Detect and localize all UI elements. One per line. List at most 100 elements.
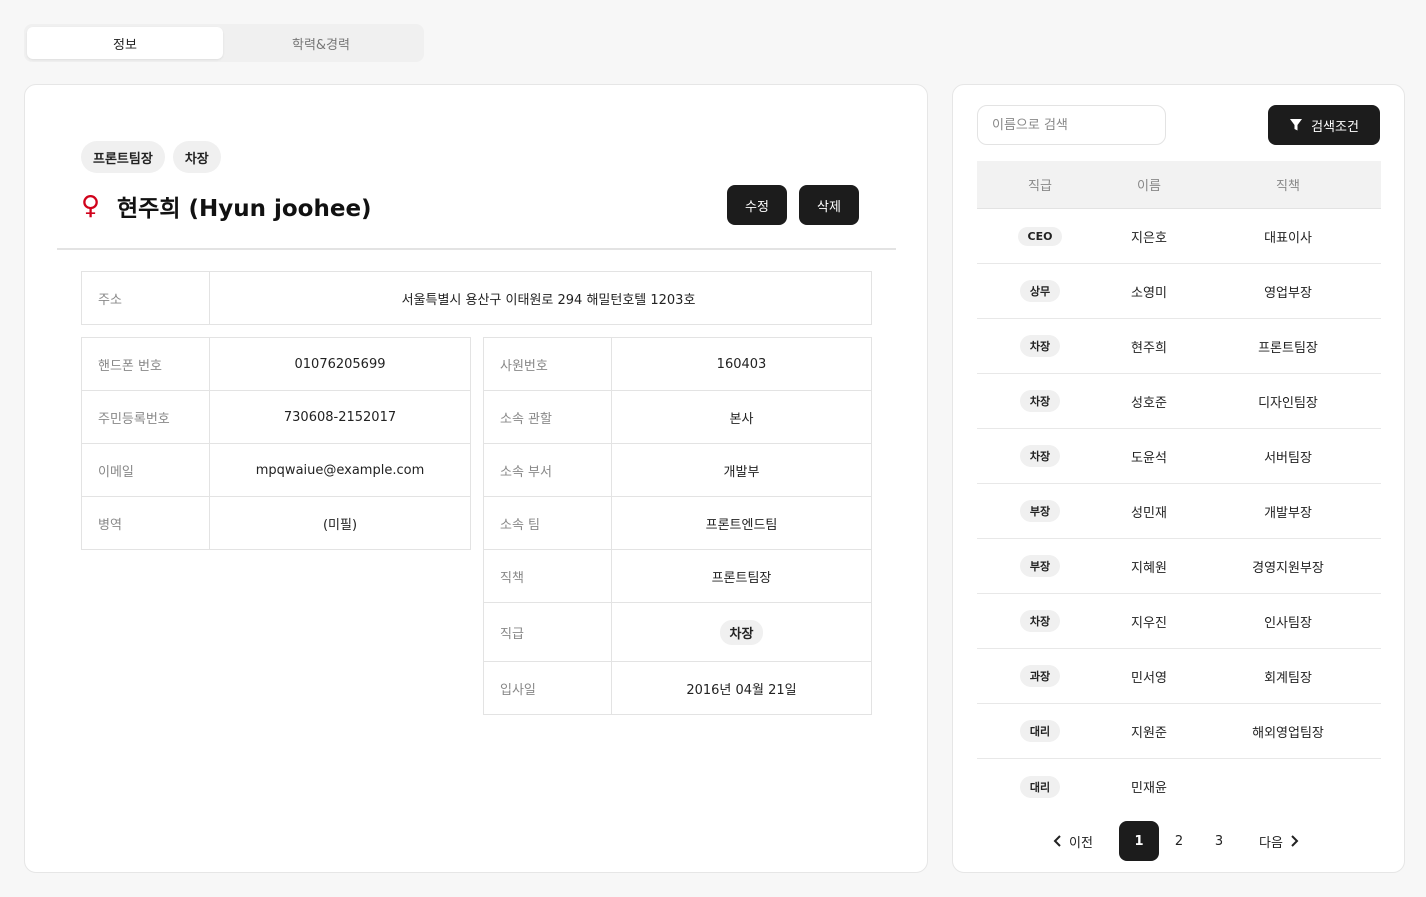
rank-cell: 대리: [977, 720, 1103, 742]
employment-info-table: 사원번호 160403 소속 관할 본사 소속 부서 개발부 소속 팀 프론트엔드팀 직…: [483, 337, 872, 715]
page-1-button[interactable]: 1: [1119, 821, 1159, 861]
position-cell: 경영지원부장: [1252, 560, 1324, 576]
info-row: 사원번호 160403: [483, 337, 872, 391]
personal-info-table: 핸드폰 번호 01076205699 주민등록번호 730608-2152017 이…: [81, 337, 471, 550]
next-page-label: 다음: [1259, 835, 1283, 851]
phone-value: 01076205699: [209, 337, 471, 391]
list-item[interactable]: 차장 도윤석 서버팀장: [977, 429, 1381, 484]
employee-list-card: 검색조건 직급 이름 직책 CEO 지은호 대표이사 상무 소영미 영업부장 차장 현주희…: [952, 84, 1405, 873]
list-item[interactable]: 과장 민서영 회계팀장: [977, 649, 1381, 704]
chevron-right-icon: [1291, 835, 1299, 847]
filter-button[interactable]: 검색조건: [1268, 105, 1380, 145]
next-page-button[interactable]: 다음: [1259, 832, 1299, 851]
edit-button[interactable]: 수정: [727, 185, 787, 225]
name-cell: 지은호: [1131, 230, 1167, 246]
list-header: 직급 이름 직책: [977, 161, 1381, 209]
info-row: 직급 차장: [483, 602, 872, 662]
military-label: 병역: [81, 496, 210, 550]
rank-pill: 상무: [1019, 280, 1061, 302]
position-label: 직책: [483, 549, 612, 603]
rank-badge: 차장: [172, 141, 221, 173]
email-label: 이메일: [81, 443, 210, 497]
jurisdiction-label: 소속 관할: [483, 390, 612, 444]
info-row: 병역 (미필): [81, 496, 471, 550]
position-cell: 개발부장: [1264, 505, 1312, 521]
military-value: (미필): [209, 496, 471, 550]
rank-cell: 차장: [977, 445, 1103, 467]
team-value: 프론트엔드팀: [611, 496, 872, 550]
rank-pill: 대리: [1019, 775, 1061, 798]
pagination: 이전 1 2 3 다음: [1053, 821, 1299, 861]
rank-value-cell: 차장: [611, 602, 872, 662]
info-row: 주민등록번호 730608-2152017: [81, 390, 471, 444]
resident-number-label: 주민등록번호: [81, 390, 210, 444]
employee-name: 현주희 (Hyun joohee): [117, 196, 372, 222]
rank-pill: 차장: [1019, 445, 1061, 467]
info-row: 입사일 2016년 04월 21일: [483, 661, 872, 715]
position-badge: 프론트팀장: [81, 141, 165, 173]
search-input[interactable]: [977, 105, 1166, 145]
filter-button-label: 검색조건: [1311, 119, 1359, 135]
header-rank: 직급: [1028, 179, 1052, 194]
detail-actions: 수정 삭제: [727, 185, 859, 225]
list-item[interactable]: 상무 소영미 영업부장: [977, 264, 1381, 319]
rank-pill: 차장: [1019, 390, 1061, 412]
tab-education-career[interactable]: 학력&경력: [223, 27, 419, 59]
info-row: 소속 팀 프론트엔드팀: [483, 496, 872, 550]
rank-cell: 차장: [977, 390, 1103, 412]
position-cell: 대표이사: [1264, 230, 1312, 246]
list-item[interactable]: 부장 지혜원 경영지원부장: [977, 539, 1381, 594]
info-row: 소속 부서 개발부: [483, 443, 872, 497]
rank-cell: 차장: [977, 335, 1103, 357]
tab-bar: 정보 학력&경력: [24, 24, 424, 62]
rank-cell: 부장: [977, 555, 1103, 577]
name-row: ♀ 현주희 (Hyun joohee): [81, 189, 372, 223]
list-item[interactable]: CEO 지은호 대표이사: [977, 209, 1381, 264]
list-item[interactable]: 부장 성민재 개발부장: [977, 484, 1381, 539]
list-item[interactable]: 대리 지원준 해외영업팀장: [977, 704, 1381, 759]
rank-cell: 과장: [977, 665, 1103, 687]
rank-pill: 차장: [1019, 335, 1061, 357]
rank-cell: 부장: [977, 500, 1103, 522]
rank-pill: CEO: [1017, 226, 1063, 246]
info-row: 소속 관할 본사: [483, 390, 872, 444]
position-cell: 디자인팀장: [1258, 395, 1318, 411]
name-cell: 소영미: [1131, 285, 1167, 301]
employee-number-label: 사원번호: [483, 337, 612, 391]
info-row: 이메일 mpqwaiue@example.com: [81, 443, 471, 497]
hire-date-label: 입사일: [483, 661, 612, 715]
rank-pill: 대리: [1019, 720, 1061, 742]
position-value: 프론트팀장: [611, 549, 872, 603]
resident-number-value: 730608-2152017: [209, 390, 471, 444]
page-3-button[interactable]: 3: [1199, 821, 1239, 861]
profile-badges: 프론트팀장 차장: [81, 141, 221, 173]
address-table: 주소 서울특별시 용산구 이태원로 294 해밀턴호텔 1203호: [81, 271, 872, 325]
rank-cell: 차장: [977, 610, 1103, 632]
hire-date-value: 2016년 04월 21일: [611, 661, 872, 715]
department-value: 개발부: [611, 443, 872, 497]
position-cell: 인사팀장: [1264, 615, 1312, 631]
list-item[interactable]: 차장 지우진 인사팀장: [977, 594, 1381, 649]
female-icon: ♀: [81, 191, 101, 221]
address-row: 주소 서울특별시 용산구 이태원로 294 해밀턴호텔 1203호: [81, 271, 872, 325]
page-2-button[interactable]: 2: [1159, 821, 1199, 861]
name-cell: 성민재: [1131, 505, 1167, 521]
chevron-left-icon: [1053, 835, 1061, 847]
phone-label: 핸드폰 번호: [81, 337, 210, 391]
name-cell: 민서영: [1131, 670, 1167, 686]
name-cell: 지원준: [1131, 725, 1167, 741]
name-cell: 지우진: [1131, 615, 1167, 631]
tab-info[interactable]: 정보: [27, 27, 223, 59]
address-value: 서울특별시 용산구 이태원로 294 해밀턴호텔 1203호: [209, 271, 872, 325]
position-cell: 해외영업팀장: [1252, 725, 1324, 741]
list-item[interactable]: 차장 현주희 프론트팀장: [977, 319, 1381, 374]
prev-page-button[interactable]: 이전: [1053, 832, 1119, 851]
rank-cell: 대리: [977, 775, 1103, 798]
position-cell: 영업부장: [1264, 285, 1312, 301]
rank-pill: 과장: [1019, 665, 1061, 687]
list-item[interactable]: 차장 성호준 디자인팀장: [977, 374, 1381, 429]
info-row: 핸드폰 번호 01076205699: [81, 337, 471, 391]
employee-list: CEO 지은호 대표이사 상무 소영미 영업부장 차장 현주희 프론트팀장 차장 성호준 디자인…: [977, 209, 1381, 814]
list-item[interactable]: 대리 민재윤: [977, 759, 1381, 814]
delete-button[interactable]: 삭제: [799, 185, 859, 225]
